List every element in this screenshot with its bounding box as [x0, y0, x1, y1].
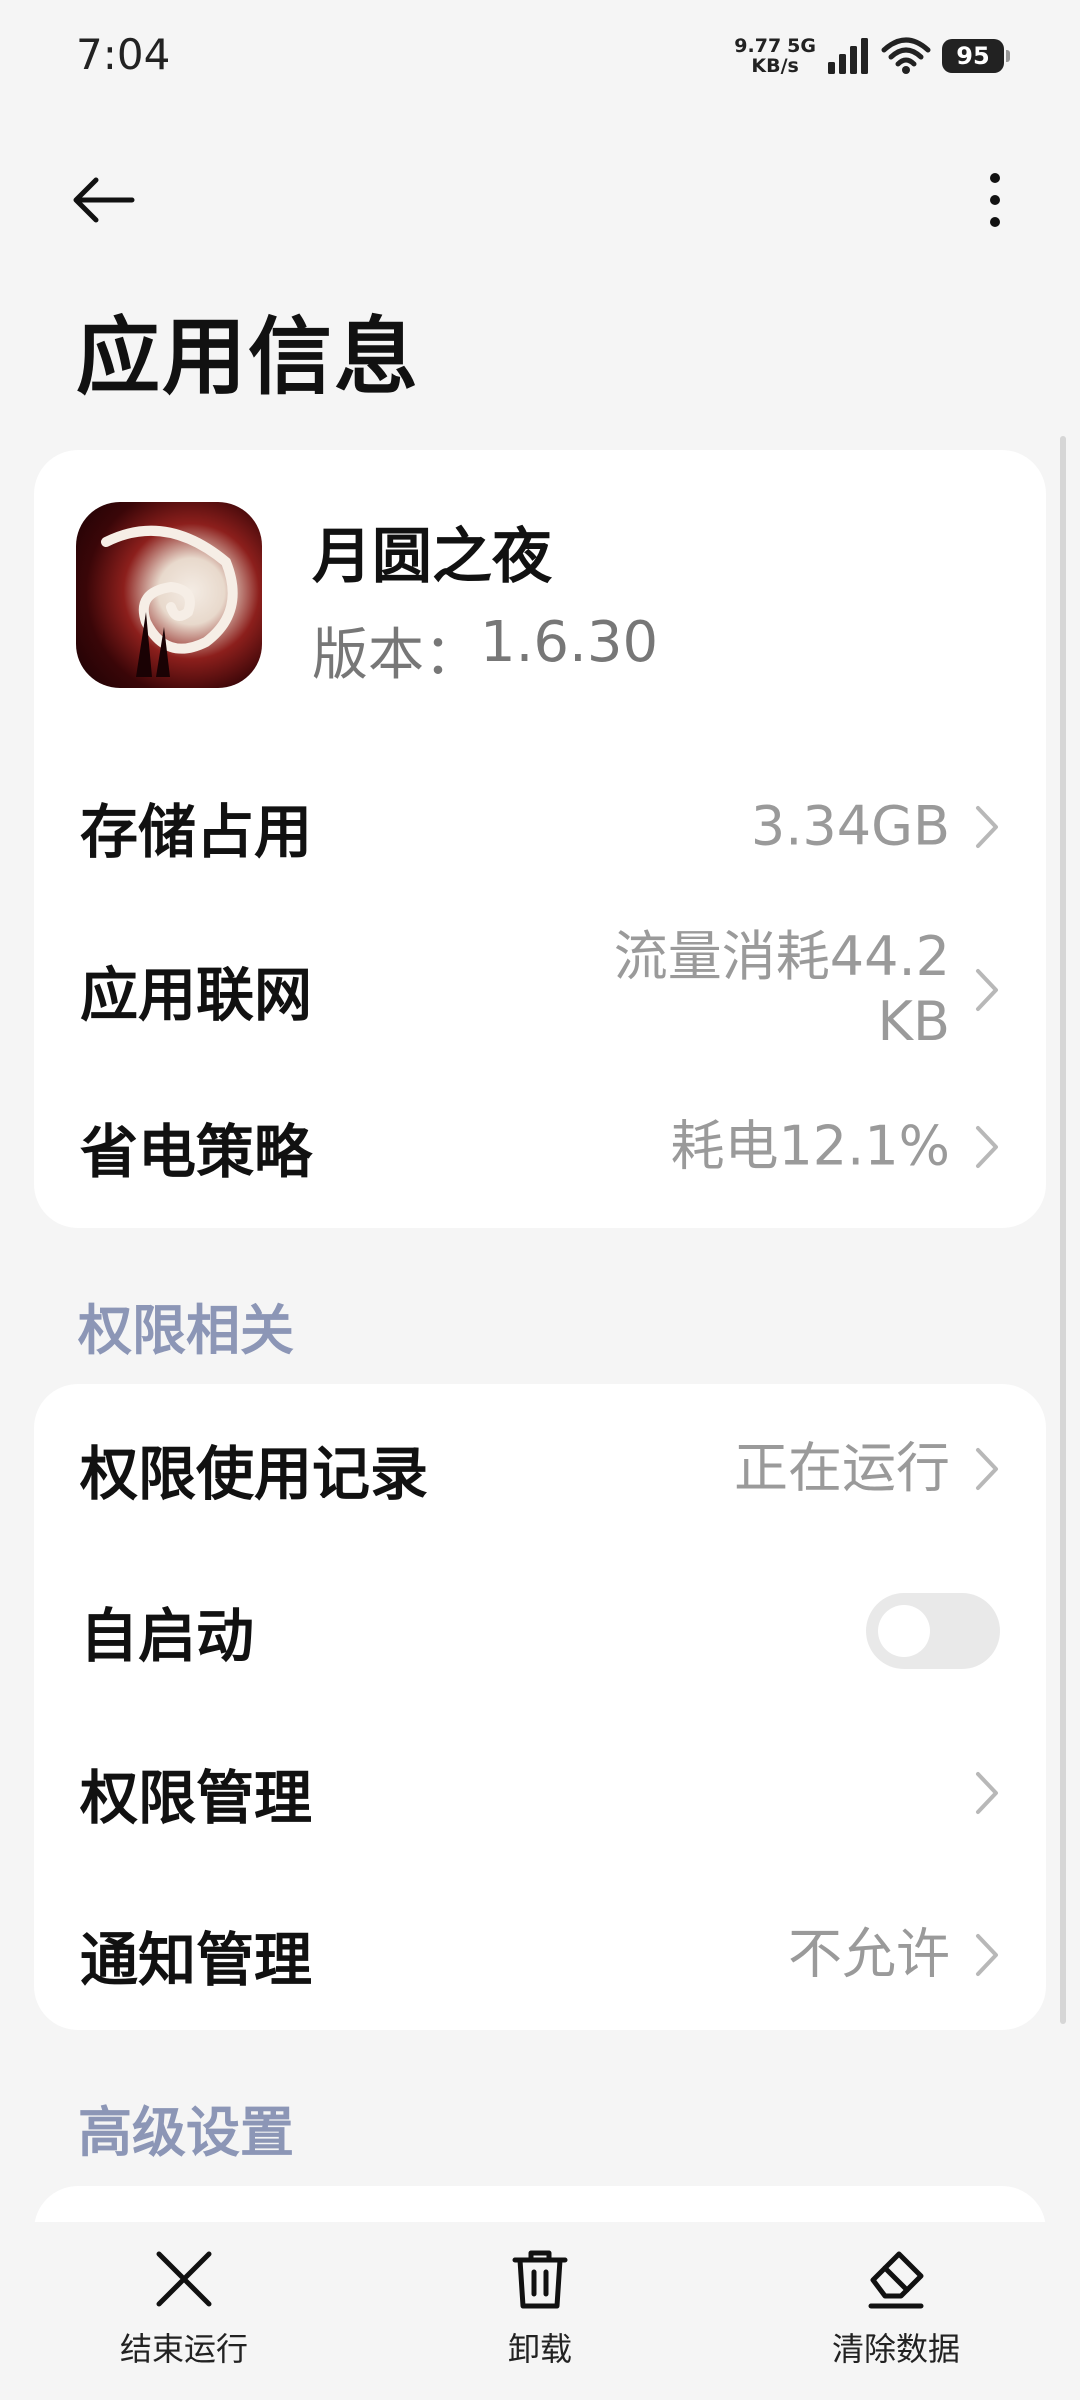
permission-manage-label: 权限管理 — [80, 1764, 313, 1832]
permissions-card: 权限使用记录 正在运行 自启动 权限管理 通知管理 不允许 — [34, 1384, 1046, 2030]
battery-icon: 95 — [942, 39, 1010, 73]
trash-icon — [512, 2250, 568, 2309]
app-name: 月圆之夜 — [312, 522, 552, 592]
force-stop-label: 结束运行 — [119, 2330, 248, 2368]
battery-saver-label: 省电策略 — [80, 1118, 313, 1186]
storage-value: 3.34GB — [750, 794, 950, 858]
uninstall-label: 卸载 — [507, 2330, 572, 2368]
uninstall-button[interactable]: 卸载 — [440, 2246, 640, 2376]
section-header-advanced: 高级设置 — [78, 2101, 294, 2164]
eraser-icon — [868, 2251, 924, 2309]
network-label: 应用联网 — [80, 961, 313, 1029]
close-icon — [156, 2251, 212, 2307]
storage-label: 存储占用 — [80, 798, 313, 866]
bottom-action-bar: 结束运行 卸载 清除数据 — [0, 2222, 1080, 2400]
net-speed-unit: KB/s — [751, 55, 799, 77]
notification-row[interactable]: 通知管理 不允许 — [34, 1880, 1046, 2030]
permission-usage-row[interactable]: 权限使用记录 正在运行 — [34, 1394, 1046, 1544]
autostart-label: 自启动 — [80, 1602, 255, 1670]
network-speed: 9.77 5G KB/s — [734, 36, 816, 76]
chevron-right-icon — [976, 1126, 998, 1168]
more-options-button[interactable] — [960, 160, 1030, 240]
net-speed-value: 9.77 — [734, 35, 782, 57]
app-version-label: 版本： — [312, 623, 480, 688]
chevron-right-icon — [976, 806, 998, 848]
network-type: 5G — [787, 35, 816, 57]
status-time: 7:04 — [76, 30, 171, 79]
battery-saver-row[interactable]: 省电策略 耗电12.1% — [34, 1072, 1046, 1222]
permission-manage-row[interactable]: 权限管理 — [34, 1718, 1046, 1868]
app-version-number: 1.6.30 — [480, 610, 659, 675]
back-arrow-icon — [73, 177, 135, 223]
clear-data-button[interactable]: 清除数据 — [796, 2246, 996, 2376]
autostart-row[interactable]: 自启动 — [34, 1556, 1046, 1706]
force-stop-button[interactable]: 结束运行 — [84, 2246, 284, 2376]
signal-icon — [828, 38, 868, 74]
clear-data-label: 清除数据 — [831, 2330, 960, 2368]
chevron-right-icon — [976, 1448, 998, 1490]
storage-row[interactable]: 存储占用 3.34GB — [34, 752, 1046, 902]
autostart-toggle[interactable] — [866, 1593, 1000, 1669]
chevron-right-icon — [976, 969, 998, 1011]
chevron-right-icon — [976, 1772, 998, 1814]
notification-label: 通知管理 — [80, 1926, 313, 1994]
network-row[interactable]: 应用联网 流量消耗44.2 KB — [34, 900, 1046, 1080]
wifi-icon — [881, 37, 931, 74]
notification-value: 不允许 — [788, 1922, 950, 1986]
status-bar: 7:04 9.77 5G KB/s 95 — [0, 0, 1080, 120]
page-title: 应用信息 — [76, 308, 421, 406]
toggle-knob — [878, 1605, 930, 1657]
battery-saver-value: 耗电12.1% — [670, 1114, 950, 1178]
app-icon — [76, 502, 262, 688]
app-version: 版本： 1.6.30 — [312, 610, 658, 691]
more-vertical-icon — [990, 173, 1000, 227]
chevron-right-icon — [976, 1934, 998, 1976]
back-button[interactable] — [70, 160, 150, 240]
permission-usage-value: 正在运行 — [734, 1436, 950, 1500]
permission-usage-label: 权限使用记录 — [80, 1440, 429, 1508]
app-info-screen: 7:04 9.77 5G KB/s 95 应用信息 月圆之夜 版本： 1.6.3… — [0, 0, 1080, 2400]
section-header-permissions: 权限相关 — [78, 1299, 294, 1362]
status-icons: 9.77 5G KB/s 95 — [734, 30, 1010, 82]
network-value: 流量消耗44.2 KB — [613, 925, 950, 1053]
scrollbar[interactable] — [1060, 436, 1066, 2024]
app-summary-card: 月圆之夜 版本： 1.6.30 存储占用 3.34GB 应用联网 流量消耗44.… — [34, 450, 1046, 1228]
